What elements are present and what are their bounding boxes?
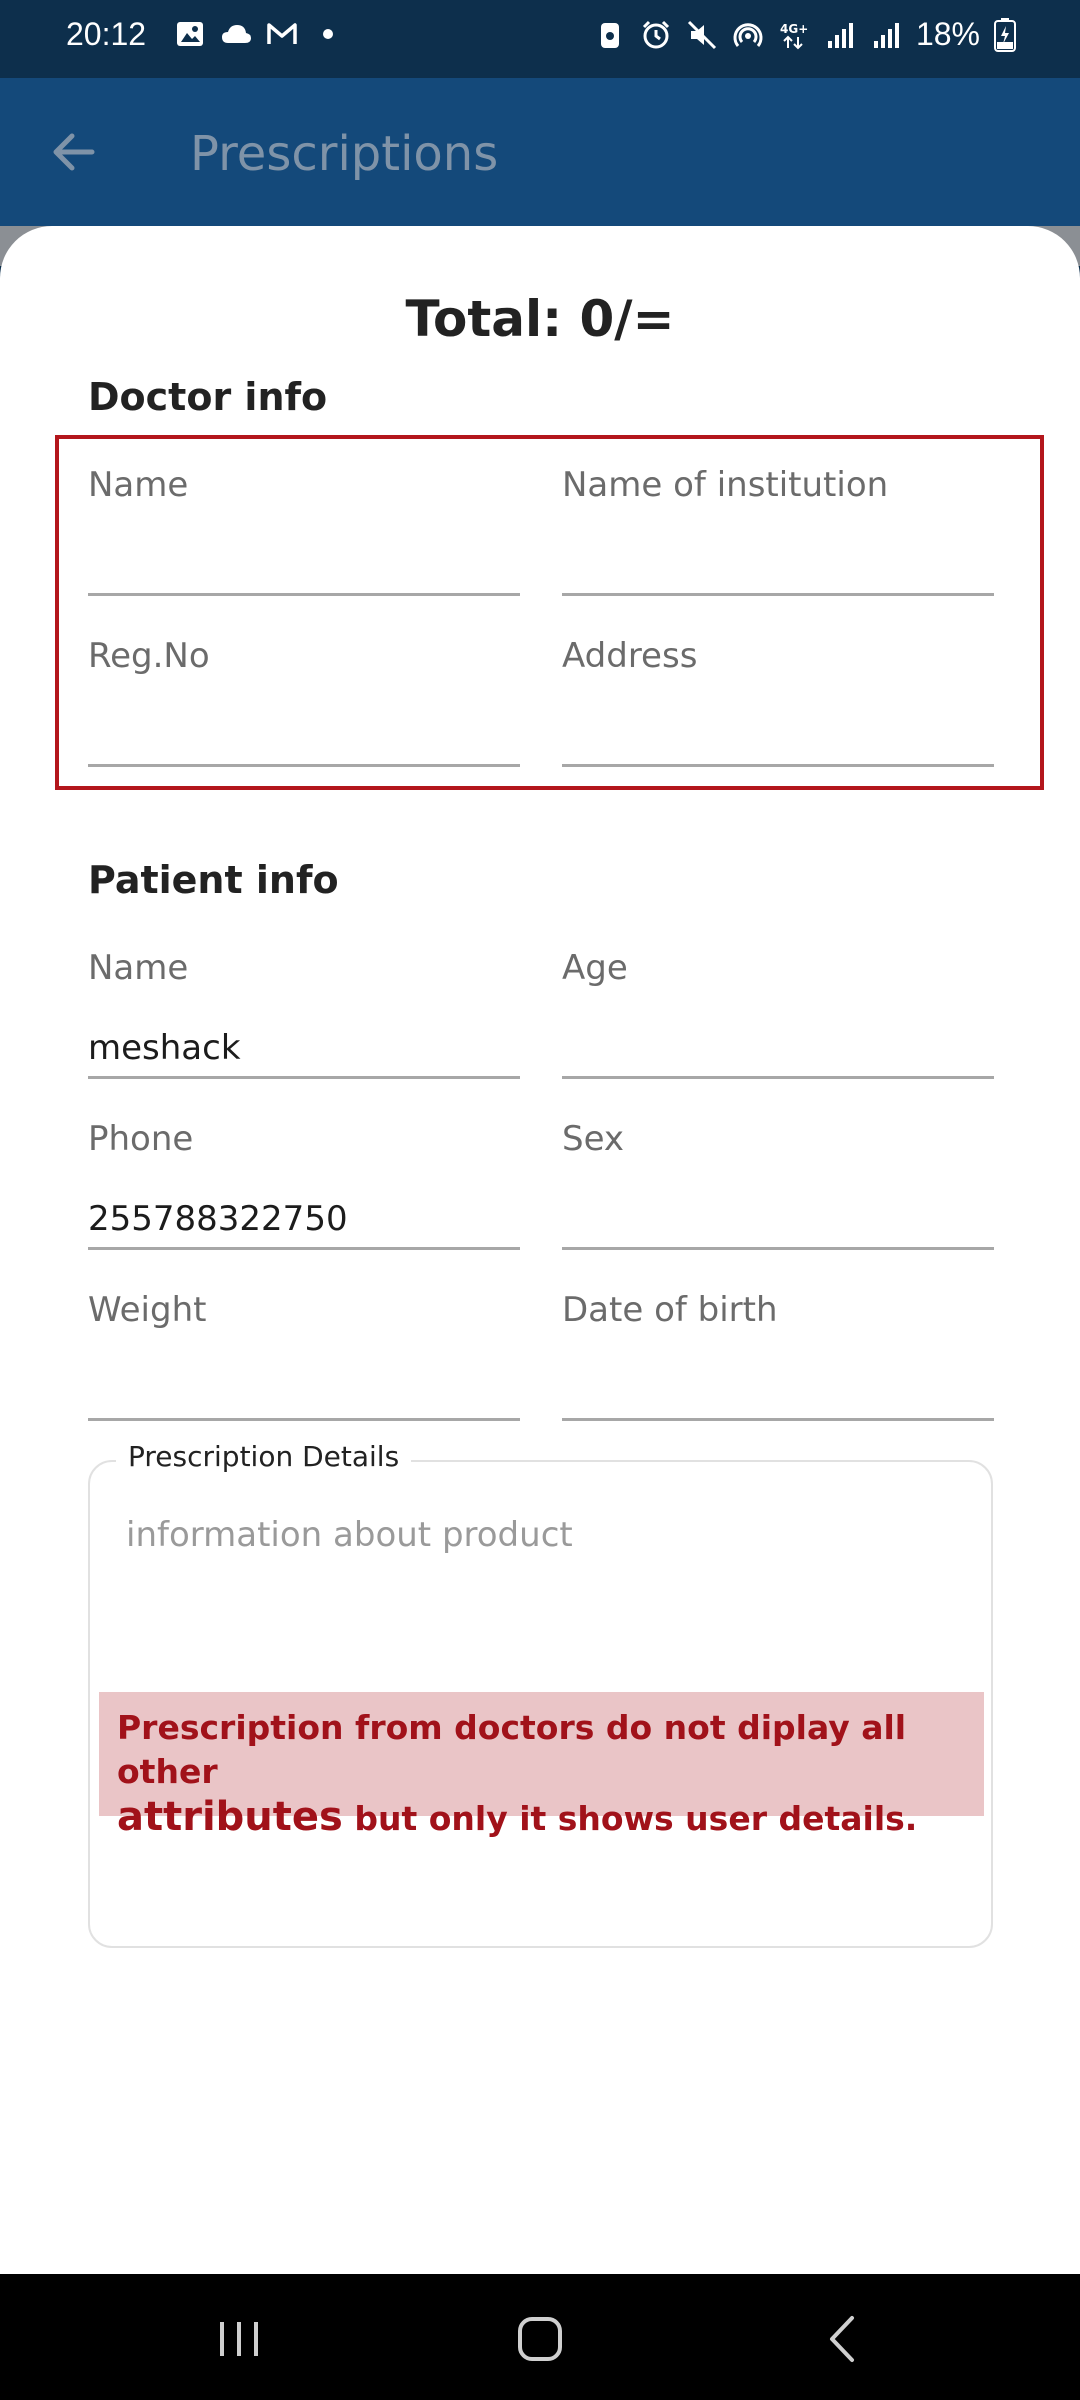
svg-text:4G+: 4G+: [780, 22, 808, 36]
patient-phone-field[interactable]: Phone 255788322750: [88, 1119, 520, 1250]
doctor-regno-field[interactable]: Reg.No: [88, 636, 520, 767]
home-icon[interactable]: [505, 2304, 575, 2374]
hotspot-icon: [733, 22, 763, 47]
field-label: Name of institution: [562, 465, 889, 505]
field-value[interactable]: [562, 1026, 994, 1070]
field-label: Reg.No: [88, 636, 210, 676]
recent-apps-icon[interactable]: [204, 2304, 274, 2374]
dot-icon: [323, 29, 333, 39]
patient-weight-field[interactable]: Weight: [88, 1290, 520, 1421]
annotation-line-1: Prescription from doctors do not diplay …: [117, 1708, 907, 1791]
battery-icon: [994, 17, 1016, 52]
field-value[interactable]: [562, 543, 994, 587]
back-nav-icon[interactable]: [808, 2304, 878, 2374]
field-value[interactable]: [88, 1368, 520, 1412]
signal-icon: [827, 22, 853, 48]
field-underline: [88, 1418, 520, 1421]
field-underline: [88, 1076, 520, 1079]
field-value[interactable]: meshack: [88, 1026, 520, 1070]
page-title: Prescriptions: [190, 126, 499, 182]
field-underline: [562, 593, 994, 596]
field-label: Phone: [88, 1119, 194, 1159]
field-label: Address: [562, 636, 698, 676]
field-underline: [562, 764, 994, 767]
prescription-details-placeholder: information about product: [126, 1515, 573, 1555]
gmail-icon: [267, 23, 297, 44]
field-label: Date of birth: [562, 1290, 778, 1330]
total-label: Total: 0/=: [405, 290, 675, 348]
annotation-line-2-rest: but only it shows user details.: [342, 1799, 918, 1838]
doctor-name-field[interactable]: Name: [88, 465, 520, 596]
field-label: Sex: [562, 1119, 625, 1159]
app-bar: Prescriptions: [0, 78, 1080, 228]
field-value[interactable]: [562, 1197, 994, 1241]
patient-age-field[interactable]: Age: [562, 948, 994, 1079]
field-underline: [562, 1247, 994, 1250]
status-bar: 20:12 4G+ 18%: [0, 0, 1080, 78]
annotation-line-2: attributes but only it shows user detail…: [117, 1794, 966, 1842]
field-value[interactable]: 255788322750: [88, 1197, 520, 1241]
status-left-icons: [174, 18, 344, 50]
field-underline: [88, 1247, 520, 1250]
doctor-institution-field[interactable]: Name of institution: [562, 465, 994, 596]
signal-icon: [873, 22, 899, 48]
status-time: 20:12: [66, 16, 147, 52]
field-underline: [562, 1418, 994, 1421]
field-value[interactable]: [88, 543, 520, 587]
cloud-icon: [222, 25, 251, 43]
annotation-note: Prescription from doctors do not diplay …: [99, 1692, 984, 1840]
patient-info-title: Patient info: [88, 858, 339, 902]
patient-name-field[interactable]: Name meshack: [88, 948, 520, 1079]
status-right-icons: 4G+ 18%: [594, 16, 1016, 53]
field-label: Weight: [88, 1290, 207, 1330]
annotation-emphasis: attributes: [117, 1794, 343, 1840]
arrow-left-icon[interactable]: [44, 122, 104, 182]
network-4g-icon: 4G+: [780, 22, 808, 49]
system-nav-bar: [0, 2274, 1080, 2400]
battery-percent: 18%: [915, 16, 980, 52]
field-underline: [562, 1076, 994, 1079]
alarm-icon: [642, 20, 670, 48]
doctor-address-field[interactable]: Address: [562, 636, 994, 767]
doctor-info-title: Doctor info: [88, 375, 328, 419]
field-underline: [88, 764, 520, 767]
image-icon: [177, 22, 203, 46]
patient-dob-field[interactable]: Date of birth: [562, 1290, 994, 1421]
field-value[interactable]: [88, 714, 520, 758]
field-label: Name: [88, 465, 189, 505]
field-value[interactable]: [562, 714, 994, 758]
field-label: Age: [562, 948, 628, 988]
field-value[interactable]: [562, 1368, 994, 1412]
nfc-icon: [600, 22, 619, 48]
patient-sex-field[interactable]: Sex: [562, 1119, 994, 1250]
mute-icon: [687, 20, 717, 49]
prescription-details-legend: Prescription Details: [116, 1440, 412, 1473]
field-underline: [88, 593, 520, 596]
field-label: Name: [88, 948, 189, 988]
